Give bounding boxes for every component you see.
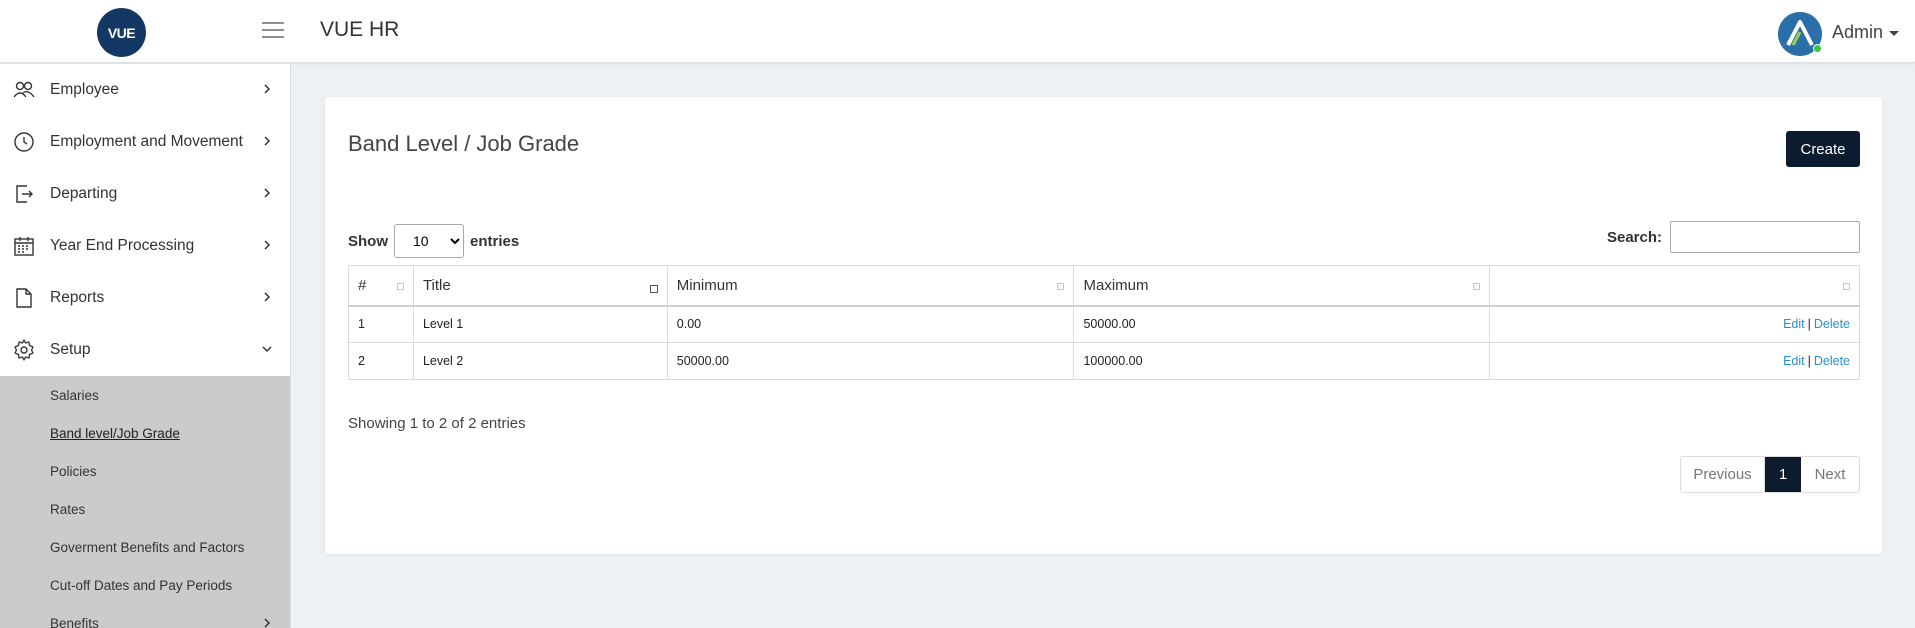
document-icon [16,288,32,308]
action-separator: | [1807,354,1811,368]
sidebar-item-departing[interactable]: Departing [0,168,290,220]
user-menu[interactable]: Admin [1832,22,1900,43]
show-label: Show [348,232,388,250]
sidebar-subitem-salaries[interactable]: Salaries [0,376,290,414]
hamburger-menu-icon[interactable] [262,22,284,40]
calendar-icon [14,237,34,256]
column-header-label: Title [422,276,451,294]
sort-icon [1057,283,1065,290]
table-row: 1 Level 1 0.00 50000.00 Edit | Delete [348,305,1860,343]
chevron-right-icon [264,240,271,250]
row-actions: Edit | Delete [1489,342,1860,380]
sidebar-subitem-band-level-job-grade[interactable]: Band level/Job Grade [0,414,290,452]
sidebar-item-label: Setup [50,341,91,358]
search-label: Search: [1606,228,1662,246]
column-header-maximum[interactable]: Maximum [1073,265,1491,307]
column-header-actions[interactable] [1489,265,1860,307]
users-icon [13,81,35,98]
next-page-button[interactable]: Next [1801,457,1859,492]
column-header-minimum[interactable]: Minimum [666,265,1075,307]
page-size-select[interactable]: 10 [394,224,464,258]
column-header-number[interactable]: # [348,265,414,307]
chevron-right-icon [264,136,271,146]
column-header-label: # [358,276,367,294]
page-title: Band Level / Job Grade [348,131,580,156]
page-size-control: Show 10 entries [348,224,519,258]
sidebar-item-employee[interactable]: Employee [0,64,290,116]
sidebar-subitem-policies[interactable]: Policies [0,452,290,490]
app-title: VUE HR [320,18,400,41]
previous-page-button[interactable]: Previous [1681,457,1765,492]
row-actions: Edit | Delete [1489,305,1860,343]
sidebar-subitem-goverment-benefits-and-factors[interactable]: Goverment Benefits and Factors [0,528,290,566]
sidebar-item-reports[interactable]: Reports [0,272,290,324]
column-header-title[interactable]: Title [412,265,668,307]
sort-icon [1843,283,1850,290]
content-card: Band Level / Job Grade Create Show 10 en… [325,97,1882,554]
chevron-right-icon [264,84,271,94]
chevron-right-icon [264,292,271,302]
exit-icon [16,185,33,203]
search-control: Search: [1607,221,1860,253]
row-minimum: 50000.00 [666,342,1075,380]
user-name: Admin [1832,22,1884,42]
sidebar-item-year-end-processing[interactable]: Year End Processing [0,220,290,272]
sidebar-subitem-cut-off-dates-and-pay-periods[interactable]: Cut-off Dates and Pay Periods [0,566,290,604]
row-maximum: 50000.00 [1073,305,1491,343]
sidebar-item-employment-and-movement[interactable]: Employment and Movement [0,116,290,168]
delete-link[interactable]: Delete [1814,317,1850,331]
chevron-right-icon [264,188,271,198]
column-header-label: Minimum [676,276,738,294]
column-header-label: Maximum [1083,276,1149,294]
row-number: 1 [348,305,414,343]
top-bar: VUE VUE HR Admin [0,0,1915,63]
create-button[interactable]: Create [1786,131,1860,167]
vue-logo[interactable]: VUE [97,8,146,57]
sidebar-item-label: Employee [50,81,119,98]
edit-link[interactable]: Edit [1783,317,1805,331]
row-number: 2 [348,342,414,380]
setup-submenu: Salaries Band level/Job Grade Policies R… [0,376,290,628]
sidebar-subitem-rates[interactable]: Rates [0,490,290,528]
sidebar-item-label: Departing [50,185,118,202]
action-separator: | [1807,317,1811,332]
sidebar-item-label: Reports [50,289,105,306]
clock-icon [14,132,34,152]
sidebar-item-setup[interactable]: Setup [0,324,290,376]
pagination: Previous 1 Next [1680,456,1860,493]
sidebar-subitem-benefits[interactable]: Benefits [0,604,290,628]
sidebar-item-label: Employment and Movement [50,133,243,150]
entries-label: entries [470,232,520,250]
row-title: Level 1 [412,305,668,343]
sidebar-item-label: Year End Processing [50,237,195,254]
row-title: Level 2 [412,342,668,380]
band-level-table: # Title Minimum Maximum 1 Level 1 0.00 5… [348,265,1860,380]
online-status-dot [1813,44,1822,53]
chevron-right-icon [264,618,271,628]
sort-icon [649,285,658,293]
table-header-row: # Title Minimum Maximum [348,265,1860,307]
gear-icon [14,339,34,361]
page-number-button[interactable]: 1 [1765,457,1801,492]
sort-icon [1473,283,1481,290]
chevron-down-icon [262,346,272,353]
sidebar: Employee Employment and Movement Departi… [0,64,291,628]
sidebar-subitem-label: Benefits [50,615,99,628]
caret-down-icon [1889,30,1900,36]
edit-link[interactable]: Edit [1783,354,1805,368]
row-minimum: 0.00 [666,305,1075,343]
table-info: Showing 1 to 2 of 2 entries [348,415,526,432]
table-row: 2 Level 2 50000.00 100000.00 Edit | Delete [348,342,1860,380]
delete-link[interactable]: Delete [1814,354,1850,368]
search-input[interactable] [1670,221,1860,253]
sort-icon [396,283,404,290]
row-maximum: 100000.00 [1073,342,1491,380]
